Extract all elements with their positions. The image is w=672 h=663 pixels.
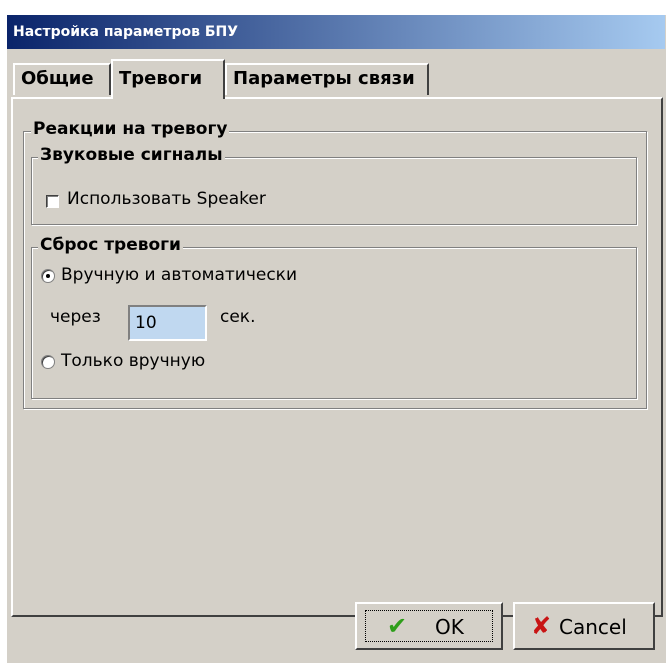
- ok-button[interactable]: ✔ OK: [355, 602, 503, 650]
- alarm-reactions-legend: Реакции на тревогу: [31, 119, 230, 139]
- seconds-unit-label: сек.: [220, 307, 256, 327]
- radio-button[interactable]: [41, 355, 55, 369]
- sound-signals-legend: Звуковые сигналы: [38, 145, 225, 165]
- use-speaker-label: Использовать Speaker: [67, 189, 266, 209]
- tab-general[interactable]: Общие: [13, 63, 111, 95]
- after-label: через: [50, 307, 101, 327]
- radio-selected-dot: [46, 274, 50, 278]
- alarm-reset-legend: Сброс тревоги: [38, 235, 183, 255]
- window-title: Настройка параметров БПУ: [13, 24, 239, 40]
- tab-alarms[interactable]: Тревоги: [111, 59, 225, 99]
- focus-rect: [365, 610, 493, 642]
- settings-dialog: Настройка параметров БПУ Общие Тревоги П…: [6, 14, 666, 663]
- title-bar[interactable]: Настройка параметров БПУ: [7, 15, 665, 49]
- cancel-label: Cancel: [559, 615, 627, 639]
- tab-general-label: Общие: [21, 68, 94, 89]
- tab-connection-label: Параметры связи: [233, 68, 415, 89]
- manual-only-label: Только вручную: [61, 351, 206, 371]
- ok-label: OK: [435, 615, 464, 639]
- checkmark-icon: ✔: [387, 612, 408, 640]
- checkbox-box[interactable]: [46, 195, 59, 208]
- tab-panel-alarms: Реакции на тревогу Звуковые сигналы Испо…: [11, 97, 663, 617]
- reset-seconds-input[interactable]: 10: [128, 305, 207, 341]
- tab-connection[interactable]: Параметры связи: [225, 63, 429, 95]
- manual-and-auto-label: Вручную и автоматически: [61, 265, 297, 285]
- cross-icon: ✘: [531, 612, 552, 640]
- radio-button[interactable]: [41, 269, 55, 283]
- cancel-button[interactable]: ✘ Cancel: [513, 602, 655, 650]
- tab-alarms-label: Тревоги: [119, 68, 203, 89]
